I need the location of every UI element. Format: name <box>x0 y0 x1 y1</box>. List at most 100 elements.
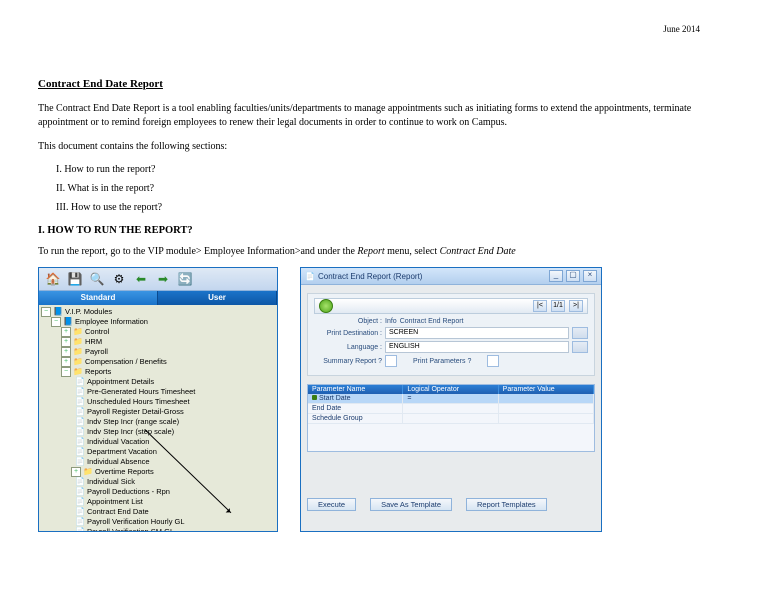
tree-report-item[interactable]: Appointment Details <box>87 377 154 387</box>
page-date: June 2014 <box>663 24 700 34</box>
document-body: Contract End Date Report The Contract En… <box>0 0 768 532</box>
tree-report-item[interactable]: Appointment List <box>87 497 143 507</box>
screenshot-report-form: 📄 Contract End Report (Report) _ ▢ × |< … <box>300 267 602 532</box>
expand-icon[interactable]: − <box>61 367 71 377</box>
nav-save-icon[interactable]: 💾 <box>65 269 85 289</box>
window-min-button[interactable]: _ <box>549 270 563 282</box>
folder-icon <box>73 367 83 377</box>
doc-icon <box>75 527 85 531</box>
section-list: I. How to run the report? II. What is in… <box>56 164 730 213</box>
tree-root[interactable]: V.I.P. Modules <box>65 307 112 317</box>
expand-icon[interactable]: − <box>41 307 51 317</box>
window-close-button[interactable]: × <box>583 270 597 282</box>
language-field[interactable]: ENGLISH <box>385 341 569 353</box>
window-doc-icon: 📄 <box>305 272 315 281</box>
param-row-schedule-group[interactable]: Schedule Group <box>308 414 594 424</box>
tree-comp-benefits[interactable]: Compensation / Benefits <box>85 357 167 367</box>
nav-search-icon[interactable]: 🔍 <box>87 269 107 289</box>
step-button[interactable]: |< <box>533 300 547 312</box>
run-text-2: menu, select <box>385 246 440 257</box>
folder-icon <box>73 347 83 357</box>
tree-employee-info[interactable]: Employee Information <box>75 317 148 327</box>
save-template-button[interactable]: Save As Template <box>370 498 452 511</box>
run-ital-2: Contract End Date <box>440 246 516 257</box>
tree-report-item[interactable]: Department Vacation <box>87 447 157 457</box>
row-selected-icon <box>312 395 317 400</box>
print-dest-field[interactable]: SCREEN <box>385 327 569 339</box>
window-max-button[interactable]: ▢ <box>566 270 580 282</box>
tree-overtime-reports[interactable]: Overtime Reports <box>95 467 154 477</box>
expand-icon[interactable]: + <box>61 347 71 357</box>
tab-standard[interactable]: Standard <box>39 291 158 305</box>
doc-icon <box>75 477 85 487</box>
summary-label: Summary Report ? <box>314 358 382 365</box>
folder-icon <box>73 337 83 347</box>
expand-icon[interactable]: + <box>61 327 71 337</box>
object-code[interactable]: Info <box>385 318 397 325</box>
form-button-row: Execute Save As Template Report Template… <box>301 452 601 521</box>
doc-icon <box>75 437 85 447</box>
intro-paragraph: The Contract End Date Report is a tool e… <box>38 102 730 130</box>
tree-report-item[interactable]: Pre-Generated Hours Timesheet <box>87 387 195 397</box>
lookup-button[interactable] <box>572 327 588 339</box>
nav-refresh-icon[interactable]: 🔄 <box>175 269 195 289</box>
nav-tabbar: Standard User <box>39 291 277 305</box>
tree-report-item[interactable]: Individual Absence <box>87 457 150 467</box>
tree-report-item[interactable]: Unscheduled Hours Timesheet <box>87 397 190 407</box>
nav-forward-icon[interactable]: ➡ <box>153 269 173 289</box>
nav-home-icon[interactable]: 🏠 <box>43 269 63 289</box>
doc-icon <box>75 397 85 407</box>
doc-icon <box>75 427 85 437</box>
section-iii: III. How to use the report? <box>56 202 730 213</box>
print-params-checkbox[interactable] <box>487 355 499 367</box>
param-row-start-date[interactable]: Start Date = <box>308 394 594 404</box>
expand-icon[interactable]: − <box>51 317 61 327</box>
module-tree: −V.I.P. Modules −Employee Information +C… <box>39 305 277 531</box>
report-templates-button[interactable]: Report Templates <box>466 498 547 511</box>
tree-report-item[interactable]: Individual Sick <box>87 477 135 487</box>
book-icon <box>63 317 73 327</box>
tree-contract-end-date[interactable]: Contract End Date <box>87 507 149 517</box>
screenshot-tree-navigator: 🏠 💾 🔍 ⚙ ⬅ ➡ 🔄 Standard User −V.I.P. Modu… <box>38 267 278 532</box>
expand-icon[interactable]: + <box>61 357 71 367</box>
object-strip: |< 1/1 >| <box>314 298 588 314</box>
execute-button[interactable]: Execute <box>307 498 356 511</box>
tree-report-item[interactable]: Payroll Register Detail-Gross <box>87 407 184 417</box>
step-button[interactable]: 1/1 <box>551 300 565 312</box>
expand-icon[interactable]: + <box>61 337 71 347</box>
tree-report-item[interactable]: Individual Vacation <box>87 437 149 447</box>
doc-icon <box>75 447 85 457</box>
doc-icon <box>75 407 85 417</box>
language-label: Language : <box>314 344 382 351</box>
tree-payroll[interactable]: Payroll <box>85 347 108 357</box>
tree-report-item[interactable]: Payroll Verification Hourly GL <box>87 517 185 527</box>
object-name[interactable]: Contract End Report <box>400 318 569 325</box>
tree-report-item[interactable]: Payroll Verification SM GL <box>87 527 174 531</box>
folder-icon <box>73 357 83 367</box>
nav-settings-icon[interactable]: ⚙ <box>109 269 129 289</box>
doc-title: Contract End Date Report <box>38 78 730 90</box>
tree-control[interactable]: Control <box>85 327 109 337</box>
screenshot-row: 🏠 💾 🔍 ⚙ ⬅ ➡ 🔄 Standard User −V.I.P. Modu… <box>38 267 730 532</box>
tree-report-item[interactable]: Indv Step Incr (range scale) <box>87 417 179 427</box>
run-ital-1: Report <box>357 246 384 257</box>
nav-toolbar: 🏠 💾 🔍 ⚙ ⬅ ➡ 🔄 <box>39 268 277 291</box>
tab-user[interactable]: User <box>158 291 277 305</box>
col-param-name: Parameter Name <box>308 385 403 394</box>
lookup-button[interactable] <box>572 341 588 353</box>
object-form: Object : Info Contract End Report Print … <box>314 318 588 367</box>
step-button[interactable]: >| <box>569 300 583 312</box>
tree-report-item[interactable]: Payroll Deductions - Rpn <box>87 487 170 497</box>
expand-icon[interactable]: + <box>71 467 81 477</box>
tree-hrm[interactable]: HRM <box>85 337 102 347</box>
summary-checkbox[interactable] <box>385 355 397 367</box>
run-instructions: To run the report, go to the VIP module>… <box>38 246 730 257</box>
tree-report-item[interactable]: Indv Step Incr (step scale) <box>87 427 174 437</box>
nav-back-icon[interactable]: ⬅ <box>131 269 151 289</box>
folder-icon <box>73 327 83 337</box>
param-row-end-date[interactable]: End Date <box>308 404 594 414</box>
folder-icon <box>83 467 93 477</box>
tree-reports[interactable]: Reports <box>85 367 111 377</box>
param-table-body: Start Date = End Date Schedule Group <box>308 394 594 451</box>
contains-paragraph: This document contains the following sec… <box>38 140 730 154</box>
